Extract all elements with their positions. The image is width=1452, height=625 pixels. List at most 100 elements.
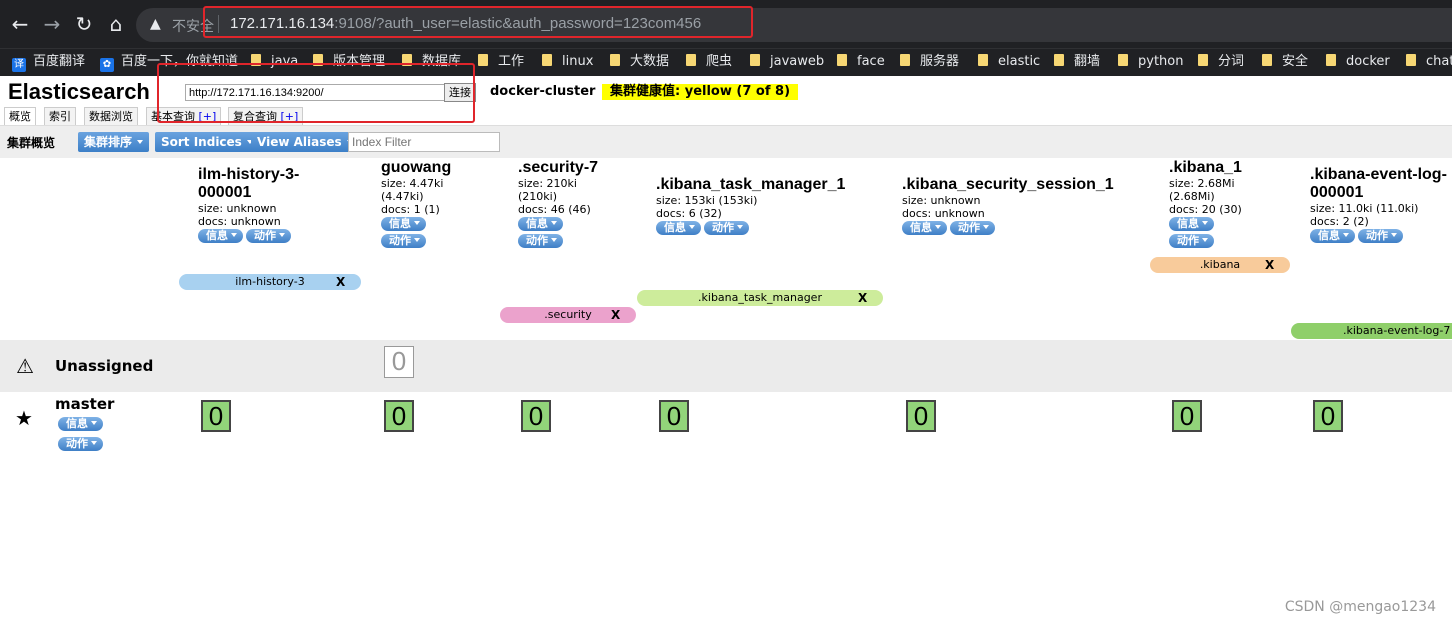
cluster-url-input[interactable] — [185, 84, 451, 101]
tab-plus: [+] — [198, 110, 217, 123]
alias-remove-button[interactable]: X — [336, 274, 345, 290]
primary-shard[interactable]: 0 — [384, 400, 414, 432]
tab-basic-query[interactable]: 基本查询 [+] — [146, 107, 222, 125]
back-arrow-icon[interactable]: ← — [8, 12, 32, 36]
action-button[interactable]: 动作 — [1358, 229, 1403, 243]
folder-icon — [1118, 54, 1128, 66]
info-button[interactable]: 信息 — [656, 221, 701, 235]
folder-icon — [750, 54, 760, 66]
sort-cluster-button[interactable]: 集群排序 — [78, 132, 150, 152]
primary-shard[interactable]: 0 — [1172, 400, 1202, 432]
bookmark-label: elastic — [998, 54, 1041, 69]
bookmark-folder[interactable]: chat — [1406, 54, 1452, 70]
button-label: View Aliases — [257, 135, 342, 149]
primary-shard[interactable]: 0 — [521, 400, 551, 432]
unassigned-label: Unassigned — [55, 357, 154, 375]
bookmark-folder[interactable]: 数据库 — [402, 54, 461, 70]
bookmark-folder[interactable]: 版本管理 — [313, 54, 385, 70]
bookmark-label: linux — [562, 54, 594, 69]
url-host: 172.171.16.134 — [230, 15, 335, 32]
alias-remove-button[interactable]: X — [1265, 257, 1274, 273]
action-button[interactable]: 动作 — [381, 234, 426, 248]
tab-label: 基本查询 — [151, 110, 195, 123]
alias-ilm-history[interactable]: ilm-history-3 X — [179, 274, 361, 290]
bookmark-folder[interactable]: face — [837, 54, 885, 70]
unassigned-shard[interactable]: 0 — [384, 346, 414, 378]
action-button[interactable]: 动作 — [518, 234, 563, 248]
info-button[interactable]: 信息 — [1310, 229, 1355, 243]
connect-button[interactable]: 连接 — [444, 83, 476, 102]
primary-shard[interactable]: 0 — [1313, 400, 1343, 432]
pill-label: 信息 — [389, 217, 411, 230]
alias-remove-button[interactable]: X — [858, 290, 867, 306]
bookmark-folder[interactable]: docker — [1326, 54, 1390, 70]
bookmark-folder[interactable]: python — [1118, 54, 1183, 70]
primary-shard[interactable]: 0 — [906, 400, 936, 432]
alias-kibana[interactable]: .kibana X — [1150, 257, 1290, 273]
watermark: CSDN @mengao1234 — [1284, 599, 1436, 615]
address-url[interactable]: 172.171.16.134:9108/?auth_user=elastic&a… — [230, 15, 701, 32]
bookmark-folder[interactable]: 服务器 — [900, 54, 959, 70]
info-button[interactable]: 信息 — [381, 217, 426, 231]
tab-browser[interactable]: 数据浏览 — [84, 107, 138, 125]
primary-shard[interactable]: 0 — [659, 400, 689, 432]
tab-label: 复合查询 — [233, 110, 277, 123]
home-icon[interactable]: ⌂ — [104, 12, 128, 36]
alias-security[interactable]: .security X — [500, 307, 636, 323]
info-button[interactable]: 信息 — [58, 417, 103, 431]
bookmark-baidu-translate[interactable]: 译百度翻译 — [12, 54, 85, 72]
folder-icon — [1406, 54, 1416, 66]
bookmark-folder[interactable]: elastic — [978, 54, 1040, 70]
bookmark-folder[interactable]: 工作 — [478, 54, 524, 70]
bookmark-label: python — [1138, 54, 1184, 69]
insecure-label[interactable]: 不安全 — [172, 16, 214, 36]
bookmark-label: javaweb — [770, 54, 825, 69]
action-button[interactable]: 动作 — [58, 437, 103, 451]
alias-remove-button[interactable]: X — [611, 307, 620, 323]
bookmark-folder[interactable]: linux — [542, 54, 593, 70]
info-button[interactable]: 信息 — [198, 229, 243, 243]
bookmark-folder[interactable]: 安全 — [1262, 54, 1308, 70]
overview-toolbar: 集群概览 集群排序 Sort Indices View Aliases — [0, 125, 1452, 158]
index-docs: docs: unknown — [198, 215, 281, 228]
folder-icon — [686, 54, 696, 66]
action-button[interactable]: 动作 — [1169, 234, 1214, 248]
bookmark-folder[interactable]: 爬虫 — [686, 54, 732, 70]
folder-icon — [900, 54, 910, 66]
translate-icon: 译 — [12, 58, 26, 72]
bookmark-folder[interactable]: 分词 — [1198, 54, 1244, 70]
primary-shard[interactable]: 0 — [201, 400, 231, 432]
action-button[interactable]: 动作 — [246, 229, 291, 243]
bookmark-label: 工作 — [498, 54, 525, 69]
pill-label: 动作 — [66, 437, 88, 450]
bookmark-baidu[interactable]: ✿ 百度一下，你就知道 — [100, 54, 238, 72]
bookmark-folder[interactable]: 翻墙 — [1054, 54, 1100, 70]
bookmark-folder[interactable]: java — [251, 54, 298, 70]
pill-label: 动作 — [254, 229, 276, 242]
bookmark-folder[interactable]: javaweb — [750, 54, 824, 70]
tab-overview[interactable]: 概览 — [4, 107, 36, 125]
index-name: .security-7 — [518, 159, 599, 176]
caret-down-icon — [414, 238, 420, 242]
info-button[interactable]: 信息 — [518, 217, 563, 231]
action-button[interactable]: 动作 — [704, 221, 749, 235]
warning-icon[interactable]: ▲ — [150, 16, 161, 32]
index-filter-input[interactable] — [348, 132, 500, 152]
pill-label: 动作 — [1366, 229, 1388, 242]
reload-icon[interactable]: ↻ — [72, 12, 96, 36]
alias-kibana-event-log[interactable]: .kibana-event-log-7 — [1291, 323, 1452, 339]
tab-indices[interactable]: 索引 — [44, 107, 76, 125]
alias-label: ilm-history-3 — [235, 275, 305, 288]
forward-arrow-icon[interactable]: → — [40, 12, 64, 36]
folder-icon — [542, 54, 552, 66]
alias-kibana-task-manager[interactable]: .kibana_task_manager X — [637, 290, 883, 306]
tab-compound-query[interactable]: 复合查询 [+] — [228, 107, 304, 125]
bookmark-folder[interactable]: 大数据 — [610, 54, 669, 70]
action-button[interactable]: 动作 — [950, 221, 995, 235]
sort-indices-button[interactable]: Sort Indices — [155, 132, 259, 152]
view-aliases-button[interactable]: View Aliases — [251, 132, 359, 152]
info-button[interactable]: 信息 — [902, 221, 947, 235]
index-docs: docs: 1 (1) — [381, 203, 440, 216]
info-button[interactable]: 信息 — [1169, 217, 1214, 231]
index-docs: docs: 6 (32) — [656, 207, 722, 220]
